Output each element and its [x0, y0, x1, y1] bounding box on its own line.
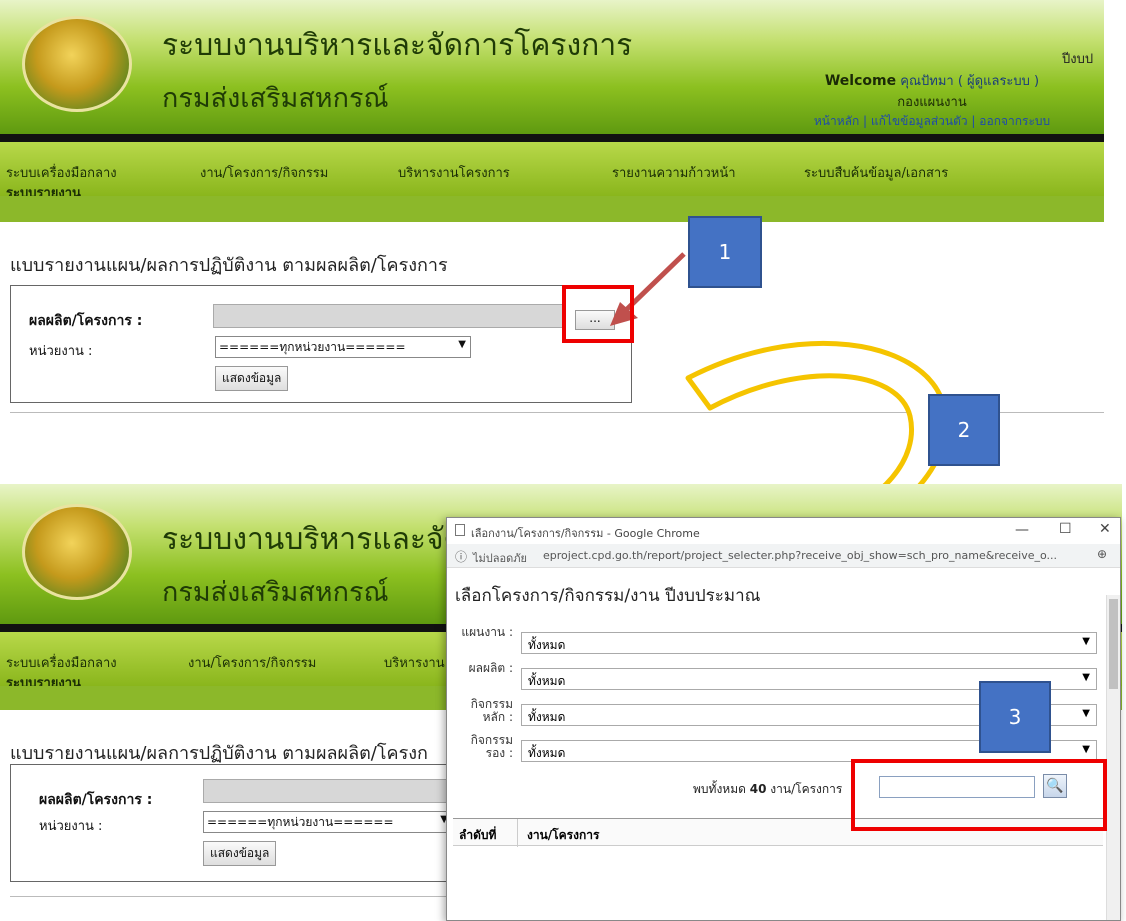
nav-underbar	[0, 196, 1104, 222]
site-subtitle: กรมส่งเสริมสหกรณ์	[162, 83, 389, 114]
browse-highlight-box	[562, 285, 634, 343]
fiscal-year-corner: ปีงบป	[1062, 52, 1094, 67]
found-suffix: งาน/โครงการ	[770, 782, 843, 796]
report-form: ผลผลิต/โครงการ : ... หน่วยงาน : ======ทุ…	[10, 285, 632, 403]
filter-label-output: ผลผลิต :	[468, 661, 513, 675]
chevron-down-icon: ▼	[1082, 636, 1090, 647]
nav-item-search[interactable]: ระบบสืบค้นข้อมูล/เอกสาร	[804, 162, 948, 183]
project-selector-popup: เลือกงาน/โครงการ/กิจกรรม - Google Chrome…	[446, 517, 1121, 921]
close-icon[interactable]: ✕	[1099, 521, 1111, 537]
chevron-down-icon: ▼	[1082, 708, 1090, 719]
popup-heading: เลือกโครงการ/กิจกรรม/งาน ปีงบประมาณ	[455, 586, 761, 606]
chevron-down-icon: ▼	[1082, 672, 1090, 683]
department-name: กองแผนงาน	[897, 95, 967, 110]
project-label-2: ผลผลิต/โครงการ :	[39, 792, 153, 808]
maximize-icon[interactable]: ☐	[1059, 521, 1072, 537]
col-project: งาน/โครงการ	[527, 828, 600, 842]
unit-select[interactable]: ======ทุกหน่วยงาน====== ▼	[215, 336, 471, 358]
show-data-button[interactable]: แสดงข้อมูล	[215, 366, 289, 391]
chevron-down-icon: ▼	[1082, 744, 1090, 755]
header-links[interactable]: หน้าหลัก | แก้ไขข้อมูลส่วนตัว | ออกจากระ…	[762, 112, 1102, 131]
nav-item-progress[interactable]: รายงานความก้าวหน้า	[612, 162, 736, 183]
page-icon	[455, 524, 465, 536]
scrollbar-thumb[interactable]	[1109, 599, 1118, 689]
report-heading: แบบรายงานแผน/ผลการปฏิบัติงาน ตามผลผลิต/โ…	[10, 255, 448, 276]
report-heading-2: แบบรายงานแผน/ผลการปฏิบัติงาน ตามผลผลิต/โ…	[10, 743, 428, 764]
welcome-label: Welcome	[824, 73, 897, 89]
nav-item-projects-2[interactable]: งาน/โครงการ/กิจกรรม	[188, 652, 316, 673]
welcome-user: คุณปัทมา ( ผู้ดูแลระบบ )	[900, 74, 1040, 89]
filter-label-main: กิจกรรมหลัก :	[470, 697, 513, 724]
nav-item-manage[interactable]: บริหารงานโครงการ	[398, 162, 510, 183]
unit-label: หน่วยงาน :	[29, 344, 93, 359]
welcome-block: Welcome คุณปัทมา ( ผู้ดูแลระบบ ) กองแผนง…	[762, 70, 1102, 131]
filter-value-plan: ทั้งหมด	[528, 638, 566, 652]
nav-item-projects[interactable]: งาน/โครงการ/กิจกรรม	[200, 162, 328, 183]
department-emblem-icon-2	[22, 504, 132, 600]
filter-value-output: ทั้งหมด	[528, 674, 566, 688]
main-nav: ระบบเครื่องมือกลาง งาน/โครงการ/กิจกรรม บ…	[0, 142, 1104, 201]
found-count-text: พบทั้งหมด 40 งาน/โครงการ	[693, 780, 842, 799]
nav-item-tools[interactable]: ระบบเครื่องมือกลาง	[6, 162, 117, 183]
site-subtitle-2: กรมส่งเสริมสหกรณ์	[162, 577, 389, 608]
content-divider-2	[10, 896, 450, 897]
address-bar[interactable]: ⓘ ไม่ปลอดภัย eproject.cpd.go.th/report/p…	[447, 544, 1120, 568]
callout-1: 1	[688, 216, 762, 288]
site-title: ระบบงานบริหารและจัดการโครงการ	[162, 28, 633, 63]
nav-item-manage-2[interactable]: บริหารงาน	[384, 652, 445, 673]
project-input[interactable]	[213, 304, 563, 328]
chevron-down-icon: ▼	[458, 339, 466, 350]
nav-item-tools-2[interactable]: ระบบเครื่องมือกลาง	[6, 652, 117, 673]
minimize-icon[interactable]: —	[1015, 522, 1029, 538]
callout-3: 3	[979, 681, 1051, 753]
filter-value-main: ทั้งหมด	[528, 710, 566, 724]
popup-titlebar: เลือกงาน/โครงการ/กิจกรรม - Google Chrome…	[447, 518, 1120, 544]
filter-value-sub: ทั้งหมด	[528, 746, 566, 760]
popup-window-title: เลือกงาน/โครงการ/กิจกรรม - Google Chrome	[471, 527, 700, 540]
callout-2: 2	[928, 394, 1000, 466]
unit-select-value: ======ทุกหน่วยงาน======	[219, 340, 406, 354]
filter-label-plan: แผนงาน :	[461, 625, 513, 639]
zoom-icon[interactable]: ⊕	[1097, 547, 1107, 561]
found-prefix: พบทั้งหมด	[693, 782, 746, 796]
filter-select-plan[interactable]: ทั้งหมด ▼	[521, 632, 1097, 654]
url-text: eproject.cpd.go.th/report/project_select…	[543, 549, 1058, 562]
unit-label-2: หน่วยงาน :	[39, 819, 103, 834]
search-highlight-box	[851, 759, 1107, 831]
info-icon: ⓘ	[455, 550, 468, 564]
unit-select-2[interactable]: ======ทุกหน่วยงาน====== ▼	[203, 811, 453, 833]
found-count: 40	[749, 782, 767, 796]
col-order: ลำดับที่	[459, 828, 497, 842]
col-divider	[517, 819, 518, 847]
filter-label-sub: กิจกรรมรอง :	[470, 733, 513, 760]
header-divider	[0, 134, 1104, 142]
show-data-button-2[interactable]: แสดงข้อมูล	[203, 841, 277, 866]
unit-select-value-2: ======ทุกหน่วยงาน======	[207, 815, 394, 829]
security-label: ไม่ปลอดภัย	[473, 552, 527, 565]
department-emblem-icon	[22, 16, 132, 112]
site-header: ระบบงานบริหารและจัดการโครงการ กรมส่งเสริ…	[0, 0, 1104, 134]
popup-scrollbar[interactable]	[1106, 595, 1120, 920]
project-label: ผลผลิต/โครงการ :	[29, 313, 143, 329]
